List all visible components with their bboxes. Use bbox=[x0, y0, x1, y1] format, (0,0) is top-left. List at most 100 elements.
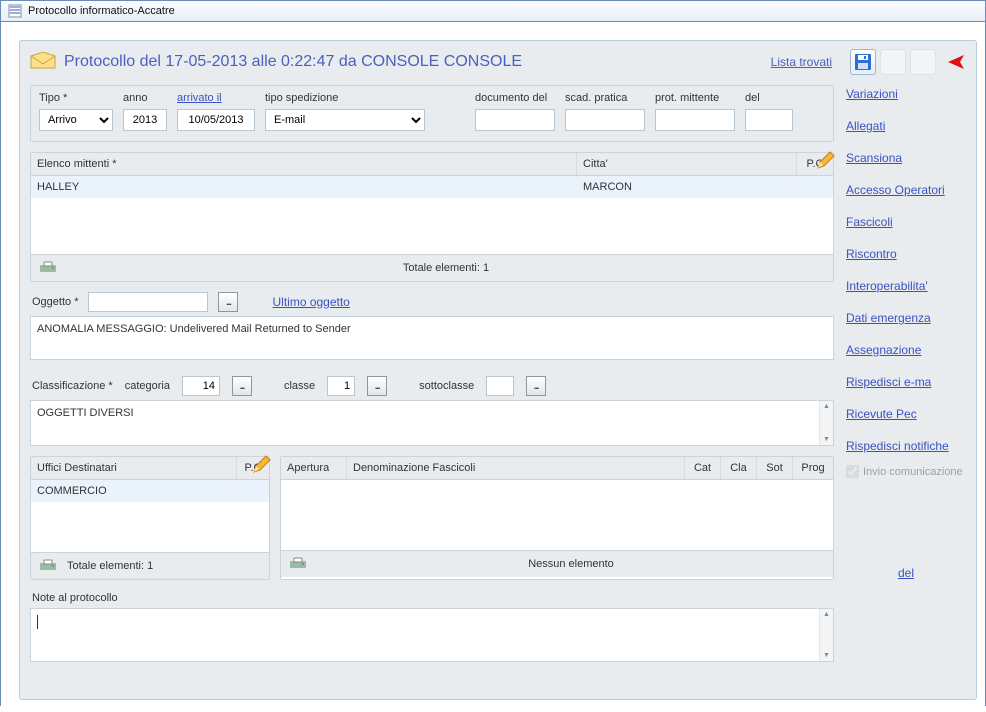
content-area: Tipo * Arrivo anno arrivato il tipo bbox=[20, 85, 976, 672]
fascicoli-footer-text: Nessun elemento bbox=[317, 558, 825, 570]
header-btn-3[interactable] bbox=[910, 49, 936, 75]
oggetto-browse-button[interactable]: ... bbox=[218, 292, 238, 312]
spedizione-field: tipo spedizione E-mail bbox=[265, 92, 425, 131]
lista-trovati-link[interactable]: Lista trovati bbox=[771, 55, 832, 69]
side-link-assegnazione[interactable]: Assegnazione bbox=[846, 343, 966, 357]
panel-header: Protocollo del 17-05-2013 alle 0:22:47 d… bbox=[20, 41, 976, 85]
titlebar: Protocollo informatico-Accatre bbox=[1, 1, 985, 22]
printer-icon[interactable] bbox=[39, 559, 57, 573]
fascicoli-header: Apertura Denominazione Fascicoli Cat Cla… bbox=[281, 457, 833, 480]
fasc-col-apertura: Apertura bbox=[281, 457, 347, 479]
uffici-block: Uffici Destinatari P.C COMMERCIO bbox=[30, 456, 270, 580]
app-icon bbox=[7, 3, 23, 19]
tipo-label: Tipo * bbox=[39, 92, 113, 104]
del-input[interactable] bbox=[745, 109, 793, 131]
sottoclasse-input[interactable] bbox=[486, 376, 514, 396]
scrollbar[interactable] bbox=[819, 401, 833, 445]
side-del-link[interactable]: del bbox=[898, 566, 914, 580]
titlebar-text: Protocollo informatico-Accatre bbox=[28, 5, 175, 17]
anno-input[interactable] bbox=[123, 109, 167, 131]
panel-title: Protocollo del 17-05-2013 alle 0:22:47 d… bbox=[64, 53, 771, 71]
classe-browse-button[interactable]: ... bbox=[367, 376, 387, 396]
del-label: del bbox=[745, 92, 793, 104]
scad-label: scad. pratica bbox=[565, 92, 645, 104]
side-link-fascicoli[interactable]: Fascicoli bbox=[846, 215, 966, 229]
mittenti-footer: Totale elementi: 1 bbox=[31, 254, 833, 281]
invio-checkbox bbox=[846, 465, 859, 478]
tipo-field: Tipo * Arrivo bbox=[39, 92, 113, 131]
classif-row: Classificazione * categoria ... classe .… bbox=[30, 370, 834, 400]
oggetto-input[interactable] bbox=[88, 292, 208, 312]
mittenti-header: Elenco mittenti * Citta' P.C bbox=[31, 153, 833, 176]
uffici-footer-text: Totale elementi: 1 bbox=[67, 560, 153, 572]
side-link-rispedisci-notifiche[interactable]: Rispedisci notifiche bbox=[846, 439, 966, 453]
save-button[interactable] bbox=[850, 49, 876, 75]
printer-icon[interactable] bbox=[39, 261, 57, 275]
classe-label: classe bbox=[284, 380, 315, 392]
classif-section: Classificazione * categoria ... classe .… bbox=[30, 370, 834, 446]
note-section: Note al protocollo bbox=[30, 590, 834, 662]
main-panel: Protocollo del 17-05-2013 alle 0:22:47 d… bbox=[19, 40, 977, 700]
fascicoli-footer: Nessun elemento bbox=[281, 550, 833, 577]
oggetto-row: Oggetto * ... Ultimo oggetto bbox=[30, 292, 834, 316]
pencil-icon[interactable] bbox=[815, 151, 835, 171]
prot-field: prot. mittente bbox=[655, 92, 735, 131]
side-link-rispedisci-email[interactable]: Rispedisci e-ma bbox=[846, 375, 966, 389]
mittenti-block: Elenco mittenti * Citta' P.C HALLEY MARC… bbox=[30, 152, 834, 282]
scrollbar[interactable] bbox=[819, 609, 833, 661]
sottoclasse-label: sottoclasse bbox=[419, 380, 474, 392]
arrivato-label[interactable]: arrivato il bbox=[177, 92, 255, 104]
side-link-scansiona[interactable]: Scansiona bbox=[846, 151, 966, 165]
fascicoli-body-empty bbox=[281, 480, 833, 550]
oggetto-label: Oggetto * bbox=[32, 296, 78, 308]
arrivato-input[interactable] bbox=[177, 109, 255, 131]
main-column: Tipo * Arrivo anno arrivato il tipo bbox=[30, 85, 834, 662]
fascicoli-block: Apertura Denominazione Fascicoli Cat Cla… bbox=[280, 456, 834, 580]
prot-input[interactable] bbox=[655, 109, 735, 131]
side-link-accesso-operatori[interactable]: Accesso Operatori bbox=[846, 183, 966, 197]
classe-input[interactable] bbox=[327, 376, 355, 396]
side-link-dati-emergenza[interactable]: Dati emergenza bbox=[846, 311, 966, 325]
uffici-row[interactable]: COMMERCIO bbox=[31, 480, 269, 502]
fasc-col-cla: Cla bbox=[721, 457, 757, 479]
side-column: Variazioni Allegati Scansiona Accesso Op… bbox=[846, 85, 966, 662]
categoria-browse-button[interactable]: ... bbox=[232, 376, 252, 396]
ultimo-oggetto-link[interactable]: Ultimo oggetto bbox=[272, 295, 349, 309]
classif-label: Classificazione * bbox=[32, 380, 113, 392]
tipo-select[interactable]: Arrivo bbox=[39, 109, 113, 131]
body-area: Protocollo del 17-05-2013 alle 0:22:47 d… bbox=[1, 22, 985, 712]
mittenti-footer-text: Totale elementi: 1 bbox=[67, 262, 825, 274]
prot-label: prot. mittente bbox=[655, 92, 735, 104]
mittenti-body-empty bbox=[31, 198, 833, 254]
categoria-input[interactable] bbox=[182, 376, 220, 396]
note-label: Note al protocollo bbox=[30, 590, 834, 608]
sottoclasse-browse-button[interactable]: ... bbox=[526, 376, 546, 396]
uffici-pc-cell bbox=[237, 480, 269, 502]
mittenti-pc bbox=[797, 176, 833, 198]
side-link-variazioni[interactable]: Variazioni bbox=[846, 87, 966, 101]
note-textarea[interactable] bbox=[30, 608, 834, 662]
pencil-icon[interactable] bbox=[251, 455, 271, 475]
uffici-body-empty bbox=[31, 502, 269, 552]
spedizione-select[interactable]: E-mail bbox=[265, 109, 425, 131]
fasc-col-cat: Cat bbox=[685, 457, 721, 479]
back-arrow-button[interactable] bbox=[940, 49, 966, 75]
classif-text[interactable]: OGGETTI DIVERSI bbox=[30, 400, 834, 446]
side-link-riscontro[interactable]: Riscontro bbox=[846, 247, 966, 261]
printer-icon[interactable] bbox=[289, 557, 307, 571]
mittenti-col-citta: Citta' bbox=[577, 153, 797, 175]
mittenti-row[interactable]: HALLEY MARCON bbox=[31, 176, 833, 198]
invio-check[interactable]: Invio comunicazione bbox=[846, 465, 966, 478]
mittenti-name: HALLEY bbox=[31, 176, 577, 198]
scad-input[interactable] bbox=[565, 109, 645, 131]
header-btn-2[interactable] bbox=[880, 49, 906, 75]
side-link-allegati[interactable]: Allegati bbox=[846, 119, 966, 133]
documento-input[interactable] bbox=[475, 109, 555, 131]
oggetto-text[interactable]: ANOMALIA MESSAGGIO: Undelivered Mail Ret… bbox=[30, 316, 834, 360]
side-link-ricevute-pec[interactable]: Ricevute Pec bbox=[846, 407, 966, 421]
fasc-col-sot: Sot bbox=[757, 457, 793, 479]
anno-label: anno bbox=[123, 92, 167, 104]
oggetto-section: Oggetto * ... Ultimo oggetto ANOMALIA ME… bbox=[30, 292, 834, 360]
side-link-interoperabilita[interactable]: Interoperabilita' bbox=[846, 279, 966, 293]
mittenti-col-elenco: Elenco mittenti * bbox=[31, 153, 577, 175]
